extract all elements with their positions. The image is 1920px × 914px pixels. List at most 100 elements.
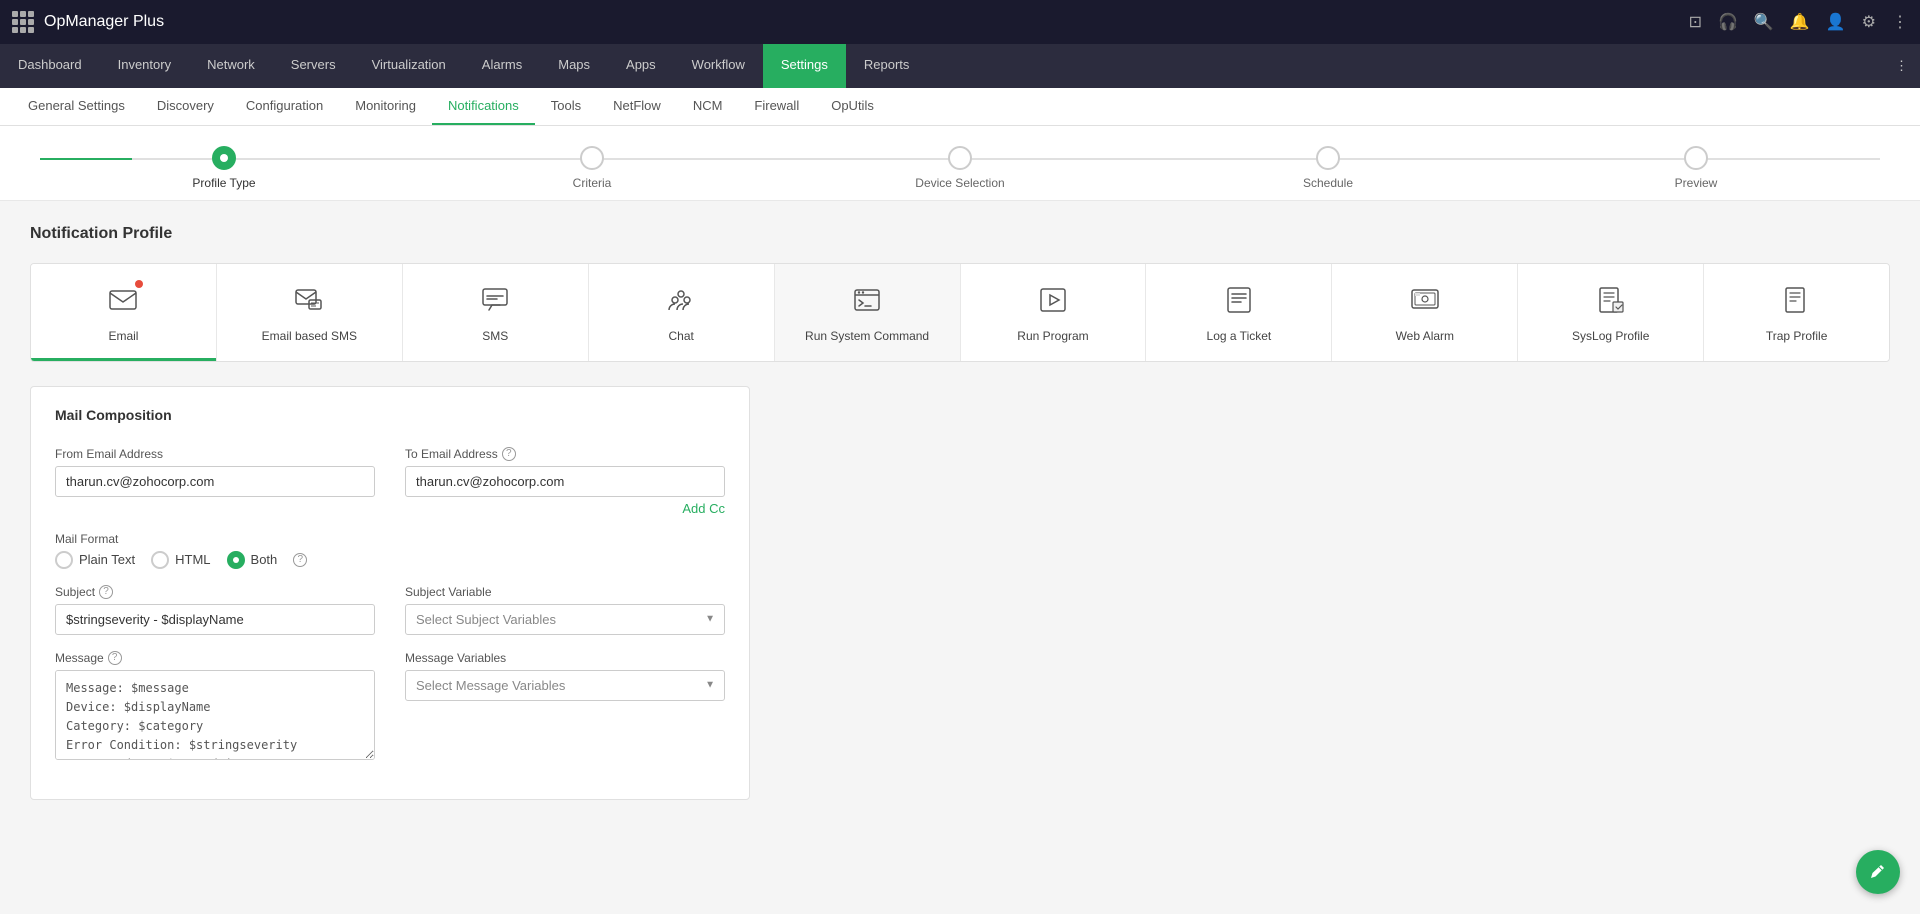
notif-card-log-ticket[interactable]: Log a Ticket — [1146, 264, 1332, 361]
radio-both[interactable]: Both — [227, 551, 278, 569]
subnav-tools[interactable]: Tools — [535, 88, 597, 125]
sms-icon — [479, 284, 511, 321]
nav-dashboard[interactable]: Dashboard — [0, 44, 100, 88]
nav-inventory[interactable]: Inventory — [100, 44, 189, 88]
nav-servers[interactable]: Servers — [273, 44, 354, 88]
progress-steps: Profile Type Criteria Device Selection S… — [40, 146, 1880, 190]
headset-icon[interactable]: 🎧 — [1718, 12, 1738, 32]
nav-virtualization[interactable]: Virtualization — [354, 44, 464, 88]
message-help-icon[interactable]: ? — [108, 651, 122, 665]
nav-alarms[interactable]: Alarms — [464, 44, 540, 88]
email-icon — [107, 284, 139, 321]
subnav-discovery[interactable]: Discovery — [141, 88, 230, 125]
from-email-input[interactable] — [55, 466, 375, 497]
web-alarm-icon — [1409, 284, 1441, 321]
trap-icon — [1781, 284, 1813, 321]
notif-label-chat: Chat — [668, 329, 693, 345]
notif-label-trap: Trap Profile — [1766, 329, 1828, 345]
step-circle-2 — [580, 146, 604, 170]
add-cc-link[interactable]: Add Cc — [405, 501, 725, 516]
bell-icon[interactable]: 🔔 — [1790, 12, 1810, 32]
subnav-notifications[interactable]: Notifications — [432, 88, 535, 125]
mail-format-help-icon[interactable]: ? — [293, 553, 307, 567]
progress-section: Profile Type Criteria Device Selection S… — [0, 126, 1920, 201]
subnav-oputils[interactable]: OpUtils — [815, 88, 890, 125]
notif-label-email: Email — [108, 329, 138, 345]
notif-card-sms[interactable]: SMS — [403, 264, 589, 361]
radio-group-mail-format: Plain Text HTML Both ? — [55, 551, 725, 569]
settings-icon[interactable]: ⚙ — [1862, 12, 1876, 32]
step-preview[interactable]: Preview — [1512, 146, 1880, 190]
notif-card-trap[interactable]: Trap Profile — [1704, 264, 1889, 361]
notif-card-chat[interactable]: Chat — [589, 264, 775, 361]
subject-input[interactable] — [55, 604, 375, 635]
step-criteria[interactable]: Criteria — [408, 146, 776, 190]
run-system-command-icon — [851, 284, 883, 321]
notif-card-email[interactable]: Email — [31, 264, 217, 361]
run-program-icon — [1037, 284, 1069, 321]
notif-label-syslog: SysLog Profile — [1572, 329, 1649, 345]
page-title: Notification Profile — [30, 225, 1890, 243]
notif-label-log-ticket: Log a Ticket — [1207, 329, 1272, 345]
float-action-button[interactable] — [1856, 850, 1900, 894]
message-textarea[interactable]: Message: $message Device: $displayName C… — [55, 670, 375, 760]
notif-card-run-system-command[interactable]: Run System Command — [775, 264, 961, 361]
mail-composition-form: Mail Composition From Email Address To E… — [30, 386, 750, 800]
form-group-message: Message ? Message: $message Device: $dis… — [55, 651, 375, 763]
to-email-input[interactable] — [405, 466, 725, 497]
mail-format-label: Mail Format — [55, 532, 725, 546]
subnav-configuration[interactable]: Configuration — [230, 88, 339, 125]
radio-circle-plain — [55, 551, 73, 569]
notif-label-run-system-command: Run System Command — [805, 329, 929, 345]
notif-card-email-sms[interactable]: Email based SMS — [217, 264, 403, 361]
notif-label-run-program: Run Program — [1017, 329, 1088, 345]
nav-more-icon[interactable]: ⋮ — [1883, 44, 1920, 88]
to-help-icon[interactable]: ? — [502, 447, 516, 461]
nav-workflow[interactable]: Workflow — [674, 44, 763, 88]
form-row-email: From Email Address To Email Address ? Ad… — [55, 447, 725, 516]
radio-html[interactable]: HTML — [151, 551, 210, 569]
subnav-monitoring[interactable]: Monitoring — [339, 88, 432, 125]
user-icon[interactable]: 👤 — [1826, 12, 1846, 32]
search-icon[interactable]: 🔍 — [1754, 12, 1774, 32]
subject-label: Subject ? — [55, 585, 375, 599]
notif-card-web-alarm[interactable]: Web Alarm — [1332, 264, 1518, 361]
nav-settings[interactable]: Settings — [763, 44, 846, 88]
notif-label-sms: SMS — [482, 329, 508, 345]
step-label-5: Preview — [1675, 176, 1718, 190]
subnav-netflow[interactable]: NetFlow — [597, 88, 677, 125]
notification-type-cards: Email Email based SMS — [30, 263, 1890, 362]
subnav-general-settings[interactable]: General Settings — [12, 88, 141, 125]
form-group-subject-variable: Subject Variable Select Subject Variable… — [405, 585, 725, 635]
radio-plain-text[interactable]: Plain Text — [55, 551, 135, 569]
form-group-from: From Email Address — [55, 447, 375, 497]
radio-label-html: HTML — [175, 552, 210, 567]
subject-help-icon[interactable]: ? — [99, 585, 113, 599]
form-group-to: To Email Address ? Add Cc — [405, 447, 725, 516]
message-variable-select[interactable]: Select Message Variables — [405, 670, 725, 701]
radio-label-plain: Plain Text — [79, 552, 135, 567]
form-row-mail-format: Mail Format Plain Text HTML Both ? — [55, 532, 725, 569]
subnav-ncm[interactable]: NCM — [677, 88, 739, 125]
nav-reports[interactable]: Reports — [846, 44, 928, 88]
notif-card-syslog[interactable]: SysLog Profile — [1518, 264, 1704, 361]
sub-nav: General Settings Discovery Configuration… — [0, 88, 1920, 126]
screen-icon[interactable]: ⊡ — [1689, 12, 1702, 32]
message-label: Message ? — [55, 651, 375, 665]
notif-label-email-sms: Email based SMS — [262, 329, 357, 345]
message-variable-label: Message Variables — [405, 651, 725, 665]
radio-circle-both — [227, 551, 245, 569]
nav-apps[interactable]: Apps — [608, 44, 674, 88]
from-label: From Email Address — [55, 447, 375, 461]
subject-variable-label: Subject Variable — [405, 585, 725, 599]
nav-network[interactable]: Network — [189, 44, 273, 88]
more-vertical-icon[interactable]: ⋮ — [1892, 12, 1908, 32]
step-schedule[interactable]: Schedule — [1144, 146, 1512, 190]
app-grid-icon[interactable] — [12, 11, 34, 33]
subject-variable-select[interactable]: Select Subject Variables — [405, 604, 725, 635]
step-profile-type[interactable]: Profile Type — [40, 146, 408, 190]
notif-card-run-program[interactable]: Run Program — [961, 264, 1147, 361]
nav-maps[interactable]: Maps — [540, 44, 608, 88]
step-device-selection[interactable]: Device Selection — [776, 146, 1144, 190]
subnav-firewall[interactable]: Firewall — [738, 88, 815, 125]
